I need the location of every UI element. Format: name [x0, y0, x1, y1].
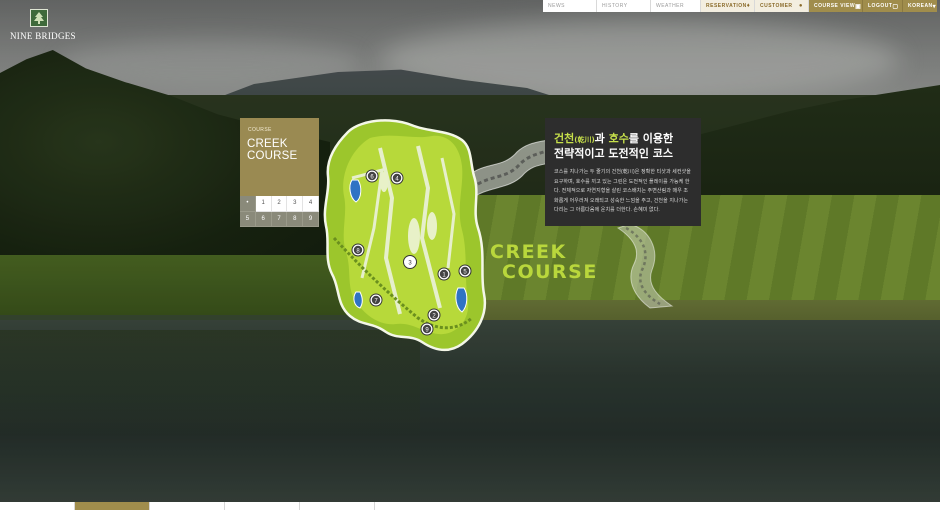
nav-customer-label: CUSTOMER: [760, 3, 793, 9]
person-icon: ●: [798, 3, 803, 9]
headline-highlight-2: 호수: [608, 132, 629, 145]
nav-reservation-label: RESERVATION: [706, 3, 747, 9]
hole-selector: • 1 2 3 4 5 6 7 8 9: [240, 196, 319, 227]
hole-marker-9[interactable]: 9: [420, 322, 434, 336]
hole-button-6[interactable]: 6: [255, 211, 272, 227]
nav-language-select[interactable]: KOREAN ▾: [903, 0, 937, 12]
nav-history-label: HISTORY: [602, 3, 628, 9]
nav-language-label: KOREAN: [908, 3, 933, 9]
hole-button-8[interactable]: 8: [287, 211, 304, 227]
course-panel: COURSE CREEK COURSE • 1 2 3 4 5 6 7 8 9: [240, 118, 319, 227]
hole-button-7[interactable]: 7: [271, 211, 288, 227]
map-icon: ▣: [855, 3, 862, 10]
nav-weather-label: WEATHER: [656, 3, 685, 9]
nav-course-view-label: COURSE VIEW: [814, 3, 856, 9]
headline-text-2: 를 이용한: [628, 132, 674, 145]
hole-marker-3[interactable]: 3: [403, 255, 417, 269]
nav-history[interactable]: HISTORY: [597, 0, 651, 12]
course-label: COURSE: [248, 127, 272, 133]
hole-marker-6[interactable]: 6: [365, 169, 379, 183]
nav-course-view[interactable]: COURSE VIEW ▣: [809, 0, 863, 12]
top-navigation: NEWS HISTORY WEATHER RESERVATION ♦ CUSTOM…: [543, 0, 937, 12]
headline-hanja: (乾川): [574, 136, 595, 144]
nav-logout[interactable]: LOGOUT ▢: [863, 0, 903, 12]
hole-marker-1[interactable]: 1: [437, 267, 451, 281]
course-panel-header: COURSE CREEK COURSE: [240, 118, 319, 196]
course-name-graphic: CREEK COURSE: [490, 242, 600, 282]
headline-highlight-1: 건천: [554, 132, 575, 145]
nav-logout-label: LOGOUT: [868, 3, 893, 9]
hole-overview-button[interactable]: •: [240, 196, 256, 212]
hole-button-1[interactable]: 1: [255, 196, 272, 212]
hole-marker-8[interactable]: 8: [351, 243, 365, 257]
bottom-tab-2[interactable]: [75, 502, 150, 510]
nav-news[interactable]: NEWS: [543, 0, 597, 12]
stream-illustration-lower: [616, 223, 674, 309]
nav-news-label: NEWS: [548, 3, 565, 9]
hole-button-2[interactable]: 2: [271, 196, 288, 212]
bottom-tab-1[interactable]: [0, 502, 75, 510]
brand-logo[interactable]: NINE BRIDGES: [10, 9, 76, 41]
course-name-line2: COURSE: [502, 261, 598, 283]
hole-marker-2[interactable]: 2: [427, 308, 441, 322]
hole-button-5[interactable]: 5: [240, 211, 256, 227]
bottom-tab-bar: [0, 502, 940, 510]
headline-line2: 전략적이고 도전적인 코스: [554, 147, 673, 160]
lock-icon: ♦: [746, 3, 751, 9]
hole-marker-7[interactable]: 7: [369, 293, 383, 307]
course-name-line1: CREEK: [490, 241, 567, 263]
course-title: CREEK COURSE: [247, 138, 317, 162]
nav-customer[interactable]: CUSTOMER ●: [755, 0, 809, 12]
logo-tree-icon: [30, 9, 48, 27]
chevron-down-icon: ▾: [932, 3, 937, 10]
door-icon: ▢: [892, 3, 899, 10]
course-title-line1: CREEK: [247, 138, 288, 150]
hole-button-3[interactable]: 3: [287, 196, 304, 212]
nav-weather[interactable]: WEATHER: [651, 0, 701, 12]
hole-button-9[interactable]: 9: [303, 211, 319, 227]
bottom-tab-3[interactable]: [150, 502, 225, 510]
bottom-tab-5[interactable]: [300, 502, 375, 510]
course-map: 6 4 8 3 1 5 7 2 9: [323, 119, 487, 352]
course-info-box: 건천(乾川)과 호수를 이용한 전략적이고 도전적인 코스 코스를 지나가는 두…: [545, 118, 701, 226]
hole-marker-5[interactable]: 5: [458, 264, 472, 278]
bottom-tab-4[interactable]: [225, 502, 300, 510]
headline-text-1: 과: [594, 132, 609, 145]
logo-text: NINE BRIDGES: [10, 31, 76, 41]
course-title-line2: COURSE: [247, 150, 298, 162]
info-description: 코스를 지나가는 두 줄기의 건천(乾川)은 정확한 티샷과 세컨샷을 요구하며…: [554, 169, 691, 213]
hole-button-4[interactable]: 4: [303, 196, 319, 212]
hole-marker-4[interactable]: 4: [390, 171, 404, 185]
nav-reservation[interactable]: RESERVATION ♦: [701, 0, 755, 12]
info-headline: 건천(乾川)과 호수를 이용한 전략적이고 도전적인 코스: [554, 132, 692, 160]
